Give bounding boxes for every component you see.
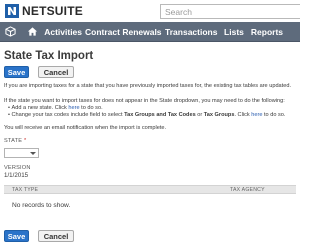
version-value: 1/1/2015 <box>4 172 29 179</box>
tax-groups-and-codes-text: Tax Groups and Tax Codes <box>124 112 196 118</box>
nav-activities[interactable]: Activities <box>44 22 82 42</box>
info-line-dropdown: If the state you want to import taxes fo… <box>4 98 285 104</box>
add-state-link[interactable]: here <box>68 105 79 111</box>
bullet2-suffix: to do so. <box>262 112 286 118</box>
table-header: TAX TYPE TAX AGENCY <box>4 185 296 194</box>
bullet2-or: or <box>195 112 204 118</box>
nav-lists[interactable]: Lists <box>224 22 244 42</box>
column-tax-agency[interactable]: TAX AGENCY <box>230 187 265 193</box>
save-button-bottom[interactable]: Save <box>4 230 29 242</box>
bullet1-suffix: to do so. <box>79 105 103 111</box>
save-button-top[interactable]: Save <box>4 66 29 78</box>
state-label: STATE * <box>4 138 26 144</box>
info-line-update: If you are importing taxes for a state t… <box>4 83 291 89</box>
table-empty-message: No records to show. <box>12 202 71 209</box>
bullet2-click: . Click <box>234 112 252 118</box>
bullet2-text: Change your tax codes include field to s… <box>11 112 125 118</box>
bullet1-text: Add a new state. Click <box>11 105 69 111</box>
required-marker: * <box>23 138 27 144</box>
main-nav: Activities Contract Renewals Transaction… <box>0 22 300 42</box>
nav-transactions[interactable]: Transactions <box>165 22 219 42</box>
chevron-down-icon <box>30 152 36 155</box>
info-bullet-tax-codes: • Change your tax codes include field to… <box>8 112 285 119</box>
cancel-button-bottom[interactable]: Cancel <box>38 230 74 242</box>
home-icon <box>27 27 37 36</box>
cube-icon <box>5 26 16 37</box>
search-placeholder: Search <box>165 7 192 17</box>
state-select[interactable] <box>4 148 39 158</box>
brand-name: NETSUITE <box>22 4 83 18</box>
page-title: State Tax Import <box>4 50 94 62</box>
tax-codes-link[interactable]: here <box>251 112 262 118</box>
nav-home[interactable] <box>22 22 44 42</box>
info-bullet-add-state: • Add a new state. Click here to do so. <box>8 105 103 112</box>
info-email-note: You will receive an email notification w… <box>4 125 167 131</box>
nav-icon-slot[interactable] <box>0 22 22 42</box>
state-label-text: STATE <box>4 138 23 144</box>
search-input[interactable]: Search <box>160 4 300 19</box>
nav-contract-renewals[interactable]: Contract Renewals <box>85 22 162 42</box>
nav-reports[interactable]: Reports <box>251 22 300 42</box>
netsuite-logo-icon <box>5 4 19 18</box>
top-bar: NETSUITE Search <box>0 0 300 22</box>
cancel-button-top[interactable]: Cancel <box>38 66 74 78</box>
version-label: VERSION <box>4 165 31 171</box>
netsuite-logo[interactable]: NETSUITE <box>4 3 83 19</box>
tax-groups-text: Tax Groups <box>203 112 235 118</box>
column-tax-type[interactable]: TAX TYPE <box>12 187 38 193</box>
